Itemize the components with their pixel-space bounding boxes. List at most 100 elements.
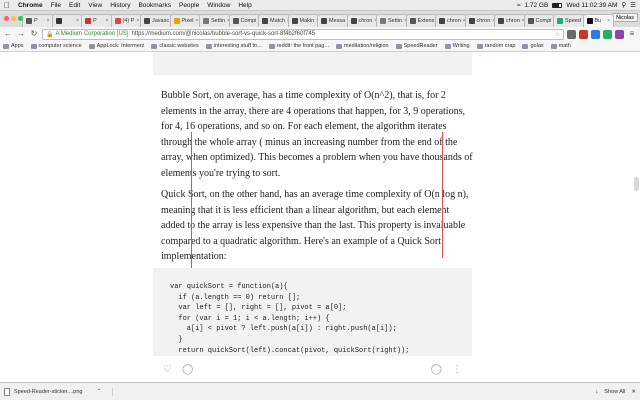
bookmark-item[interactable]: random crap — [476, 43, 515, 49]
browser-tab[interactable]: chron× — [464, 14, 496, 27]
battery-label: 1.72 GB — [524, 1, 549, 9]
wifi-icon[interactable]: ≈ — [517, 2, 521, 9]
back-arrow-icon[interactable]: ← — [3, 29, 13, 39]
menu-view[interactable]: View — [84, 2, 106, 9]
bookmark-item[interactable]: SpeedReader — [395, 43, 438, 49]
profile-button[interactable]: Nicolas — [611, 13, 638, 22]
bookmark-label: interesting stuff to... — [213, 43, 262, 49]
downloads-shelf: Speed-Reader-sticker....png ⌃ ↓ Show All… — [0, 382, 640, 400]
apple-icon[interactable]:  — [0, 1, 14, 10]
browser-tab[interactable]: Match× — [258, 14, 290, 27]
browser-tab[interactable]: chron× — [346, 14, 378, 27]
menu-people[interactable]: People — [175, 2, 203, 9]
site-identity[interactable]: A Medium Corporation [US] — [55, 31, 128, 37]
extension-icon-1[interactable] — [567, 29, 576, 39]
spotlight-icon[interactable]: ⚲ — [621, 1, 626, 9]
browser-tab[interactable]: Makin× — [287, 14, 319, 27]
folder-icon — [335, 43, 342, 49]
forward-arrow-icon[interactable]: → — [16, 29, 26, 39]
bookmark-item[interactable]: AppLock: Intermerz — [88, 43, 144, 49]
address-bar[interactable]: 🔒 A Medium Corporation [US] https://medi… — [42, 28, 564, 40]
browser-tab[interactable]: Extens× — [405, 14, 437, 27]
url-text[interactable]: https://medium.com/@nicolas/bubble-sort-… — [132, 31, 316, 37]
browser-tab[interactable]: chron× — [435, 14, 467, 27]
download-filename[interactable]: Speed-Reader-sticker....png — [14, 389, 82, 395]
browser-tab[interactable]: Compi× — [228, 14, 260, 27]
tab-label: Match — [270, 18, 285, 24]
bookmark-item[interactable]: Apps — [3, 43, 24, 49]
close-tab-icon[interactable]: × — [74, 18, 79, 24]
browser-tab[interactable]: Messa× — [317, 14, 349, 27]
browser-tab[interactable]: Bu × — [582, 14, 614, 27]
close-downloads-icon[interactable]: ✕ — [631, 389, 636, 395]
bookmark-item[interactable]: math — [550, 43, 571, 49]
share-icon[interactable]: ⋮ — [452, 364, 462, 375]
favicon-icon — [380, 18, 386, 24]
reload-icon[interactable]: ↻ — [29, 29, 39, 39]
close-tab-icon[interactable]: × — [605, 18, 610, 24]
battery-icon[interactable] — [552, 2, 563, 8]
browser-tab[interactable]: Pixel × — [169, 14, 201, 27]
reading-guide-right — [442, 132, 443, 258]
browser-tab[interactable]: Settin× — [199, 14, 231, 27]
show-all-downloads-link[interactable]: Show All — [604, 389, 625, 395]
bookmark-label: computer science — [38, 43, 82, 49]
close-window-button[interactable] — [4, 16, 9, 21]
side-scroll-handle[interactable] — [634, 177, 639, 191]
extension-icon-5[interactable] — [615, 29, 624, 39]
tab-label: Settin — [388, 18, 403, 24]
notification-center-icon[interactable]: ☰ — [630, 1, 636, 9]
close-tab-icon[interactable]: × — [193, 18, 198, 24]
browser-tab[interactable]: P × — [81, 14, 113, 27]
folder-icon — [88, 43, 95, 49]
bookmark-item[interactable]: classic websites — [151, 43, 199, 49]
heart-icon[interactable]: ♡ — [163, 364, 172, 375]
close-tab-icon[interactable]: × — [104, 18, 109, 24]
download-item[interactable]: Speed-Reader-sticker....png ⌃ — [4, 387, 113, 396]
bookmark-star-icon[interactable]: ☆ — [555, 31, 560, 38]
chrome-menu-icon[interactable]: ≡ — [627, 29, 637, 39]
lock-icon[interactable]: 🔒 — [46, 31, 53, 38]
close-tab-icon[interactable]: × — [134, 18, 139, 24]
comment-icon[interactable]: ◯ — [182, 364, 193, 375]
browser-tab[interactable]: Settin× — [376, 14, 408, 27]
zoom-window-button[interactable] — [18, 16, 23, 21]
tab-label: chron — [358, 18, 373, 24]
menu-file[interactable]: File — [47, 2, 65, 9]
browser-tab[interactable]: P × — [22, 14, 54, 27]
browser-tab[interactable]: Javasc× — [140, 14, 172, 27]
bookmark-label: Writing — [452, 43, 470, 49]
close-tab-icon[interactable]: × — [45, 18, 50, 24]
favicon-icon — [203, 18, 209, 24]
menu-edit[interactable]: Edit — [65, 2, 84, 9]
folder-icon — [522, 43, 529, 49]
chevron-up-icon[interactable]: ⌃ — [96, 388, 101, 395]
browser-tab[interactable]: chron× — [494, 14, 526, 27]
minimize-window-button[interactable] — [11, 16, 16, 21]
tab-label: chron — [476, 18, 491, 24]
browser-tab[interactable]: Speed× — [553, 14, 585, 27]
menu-window[interactable]: Window — [203, 2, 234, 9]
bookmark-item[interactable]: Writing — [444, 43, 470, 49]
menu-bookmarks[interactable]: Bookmarks — [134, 2, 175, 9]
bookmark-item[interactable]: interesting stuff to... — [205, 43, 262, 49]
browser-tab[interactable]: × — [51, 14, 83, 27]
menu-history[interactable]: History — [106, 2, 134, 9]
browser-tab[interactable]: Compi× — [523, 14, 555, 27]
file-icon — [4, 387, 10, 396]
bookmark-item[interactable]: computer science — [30, 43, 82, 49]
extension-icon-3[interactable] — [591, 29, 600, 39]
bookmark-item[interactable]: golas — [522, 43, 544, 49]
bookmark-item[interactable]: reddit: the front pag... — [268, 43, 329, 49]
folder-icon — [268, 43, 275, 49]
tab-label: Makin — [299, 18, 315, 24]
favicon-icon — [173, 18, 180, 24]
bookmark-item[interactable]: meditation/religion — [335, 43, 389, 49]
menu-chrome[interactable]: Chrome — [14, 2, 47, 9]
menu-help[interactable]: Help — [234, 2, 255, 9]
extension-icon-2[interactable] — [579, 29, 588, 39]
bookmark-icon[interactable]: ◯ — [431, 364, 442, 375]
browser-tab[interactable]: (4) P × — [110, 14, 142, 27]
extension-icon-4[interactable] — [603, 29, 612, 39]
clock[interactable]: Wed 11:02:39 AM — [566, 2, 617, 9]
